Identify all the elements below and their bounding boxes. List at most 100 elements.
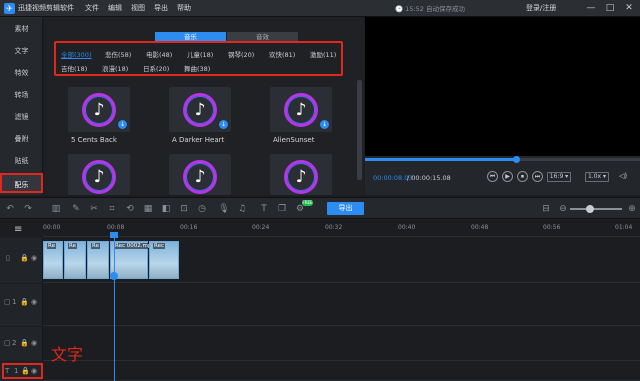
nav-filters[interactable]: 滤镜 [0, 107, 43, 127]
login-button[interactable]: 登录/注册 [526, 3, 556, 13]
music-card[interactable]: ♪ [68, 154, 130, 195]
preview-progress-knob[interactable] [513, 156, 521, 163]
nav-overlay[interactable]: 叠附 [0, 129, 43, 149]
music-card[interactable]: ♪ ↓ [169, 87, 231, 132]
filter-all[interactable]: 全部(300) [61, 49, 91, 59]
video-track-header: ▯ 🔒 ◉ [0, 238, 43, 283]
nav-music[interactable]: 配乐 [0, 173, 43, 193]
fit-icon[interactable]: ⊟ [540, 203, 552, 215]
music-note-icon: ♪ [284, 93, 318, 127]
play-icon[interactable]: ▶ [502, 171, 513, 182]
menu-file[interactable]: 文件 [85, 3, 99, 13]
video-clip[interactable]: Re [43, 241, 63, 279]
copy-icon[interactable]: ❐ [276, 203, 288, 215]
tick: 00:40 [398, 224, 416, 231]
menu-export[interactable]: 导出 [154, 3, 168, 13]
music-card[interactable]: ♪ [169, 154, 231, 195]
delete-icon[interactable]: ▥ [50, 203, 62, 215]
filter-guitar[interactable]: 吉他(18) [61, 63, 87, 73]
text-track[interactable] [43, 362, 640, 381]
text-icon[interactable]: T [258, 203, 270, 215]
visibility-icon[interactable]: ◉ [31, 339, 37, 347]
annotation-label: 文字 [51, 345, 84, 364]
zoom-out-icon[interactable]: ⊖ [557, 203, 569, 215]
playhead-knob[interactable] [110, 272, 118, 280]
nav-stickers[interactable]: 贴纸 [0, 151, 43, 171]
nav-transitions[interactable]: 转场 [0, 85, 43, 105]
menu-view[interactable]: 视图 [131, 3, 145, 13]
mosaic-icon[interactable]: ▦ [142, 203, 154, 215]
preview-progress-fill [365, 158, 517, 161]
track-number: 2 [12, 339, 17, 347]
filter-piano[interactable]: 钢琴(20) [228, 49, 254, 59]
filter-happy[interactable]: 欢快(81) [269, 49, 295, 59]
visibility-icon[interactable]: ◉ [31, 254, 37, 262]
lock-icon[interactable]: 🔒 [20, 339, 29, 347]
speed-select[interactable]: 1.0x ▾ [585, 172, 609, 182]
music-note-icon: ♪ [82, 93, 116, 127]
export-button[interactable]: 导出 [327, 202, 364, 215]
music-library: 音乐 音效 全部(300) 悲伤(58) 电影(48) 儿童(18) 钢琴(20… [44, 17, 364, 195]
visibility-icon[interactable]: ◉ [31, 298, 37, 306]
filter-movie[interactable]: 电影(48) [146, 49, 172, 59]
edit-icon[interactable]: ✎ [70, 203, 82, 215]
nav-text[interactable]: 文字 [0, 41, 43, 61]
filter-japanese[interactable]: 日系(20) [143, 63, 169, 73]
zoom-icon[interactable]: ⊡ [178, 203, 190, 215]
video-track-icon: ▯ [6, 254, 10, 262]
video-clip[interactable]: Rec [149, 241, 179, 279]
filter-dance[interactable]: 舞曲(38) [184, 63, 210, 73]
filter-sad[interactable]: 悲伤(58) [105, 49, 131, 59]
playhead[interactable] [114, 233, 115, 381]
split-icon[interactable]: ✂ [88, 203, 100, 215]
undo-icon[interactable]: ↶ [4, 203, 16, 215]
aspect-ratio-select[interactable]: 16:9 ▾ [547, 172, 571, 182]
stop-icon[interactable]: ⏹ [517, 171, 528, 182]
lock-icon[interactable]: 🔒 [20, 254, 29, 262]
music-card[interactable]: ♪ ↓ [270, 87, 332, 132]
crop-icon[interactable]: ⌗ [106, 203, 118, 215]
overlay-track[interactable] [43, 284, 640, 326]
next-frame-icon[interactable]: ⏭ [532, 171, 543, 182]
total-time: / 00:00:15.08 [407, 174, 451, 182]
video-clip[interactable]: Re [64, 241, 86, 279]
duration-icon[interactable]: ◷ [196, 203, 208, 215]
zoom-in-icon[interactable]: ⊕ [626, 203, 638, 215]
video-clip[interactable]: Re [87, 241, 109, 279]
menu-help[interactable]: 帮助 [177, 3, 191, 13]
overlay-track-header: ▢ 1 🔒 ◉ [0, 284, 43, 326]
freeze-icon[interactable]: ◧ [160, 203, 172, 215]
minimize-icon[interactable]: — [584, 2, 598, 15]
zoom-slider[interactable] [570, 208, 622, 210]
time-ruler[interactable]: 00:00 00:08 00:16 00:24 00:32 00:40 00:4… [43, 220, 640, 237]
app-logo-icon: ✈ [4, 3, 15, 14]
download-icon[interactable]: ↓ [118, 120, 127, 129]
track-menu-icon[interactable]: ≡ [14, 224, 22, 235]
preview-progress[interactable] [365, 156, 640, 163]
close-icon[interactable]: ✕ [622, 2, 636, 15]
zoom-slider-knob[interactable] [586, 205, 594, 213]
menu-edit[interactable]: 编辑 [108, 3, 122, 13]
lock-icon[interactable]: 🔒 [20, 298, 29, 306]
nav-effects[interactable]: 特效 [0, 63, 43, 83]
prev-frame-icon[interactable]: ⏮ [487, 171, 498, 182]
filter-kids[interactable]: 儿童(18) [187, 49, 213, 59]
rotate-icon[interactable]: ⟲ [124, 203, 136, 215]
redo-icon[interactable]: ↷ [22, 203, 34, 215]
filter-romantic[interactable]: 浪漫(18) [102, 63, 128, 73]
tick: 00:16 [180, 224, 198, 231]
volume-icon[interactable]: ◁) [619, 172, 627, 180]
download-icon[interactable]: ↓ [320, 120, 329, 129]
filter-inspire[interactable]: 激励(11) [310, 49, 336, 59]
music-card[interactable]: ♪ ↓ [68, 87, 130, 132]
audio-icon[interactable]: ♫ [236, 203, 248, 215]
maximize-icon[interactable]: □ [603, 2, 617, 15]
tick: 00:32 [325, 224, 343, 231]
microphone-icon[interactable]: 🎙 [218, 203, 230, 215]
music-card[interactable]: ♪ [270, 154, 332, 195]
preview-panel: 00:00:08.03 / 00:00:15.08 ⏮ ▶ ⏹ ⏭ 16:9 ▾… [365, 17, 640, 195]
download-icon[interactable]: ↓ [219, 120, 228, 129]
overlay-track[interactable] [43, 327, 640, 361]
library-scrollbar[interactable] [357, 80, 362, 180]
nav-material[interactable]: 素材 [0, 19, 43, 39]
